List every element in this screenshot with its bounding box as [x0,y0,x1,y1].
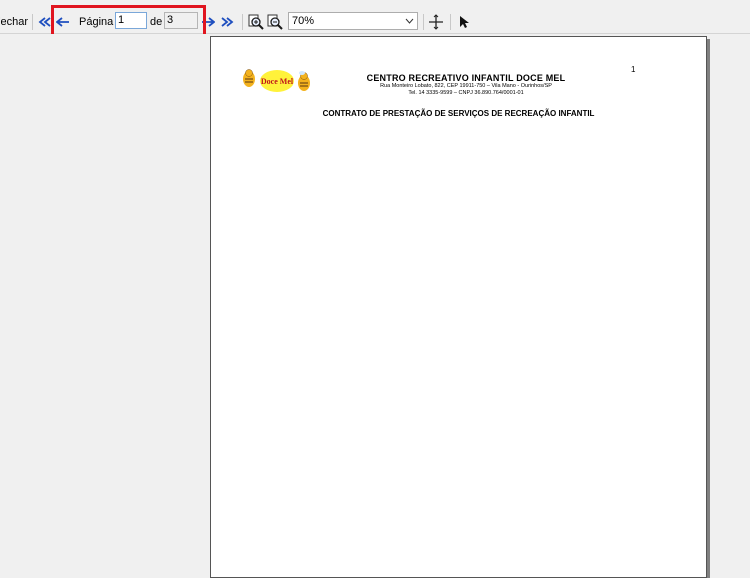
separator [242,14,243,30]
zoom-value: 70% [292,15,315,27]
logo-text: Doce Mel [261,77,294,86]
of-label: de [150,16,163,28]
zoom-in-icon [248,14,264,30]
company-contact: Tel. 14 3335-9599 – CNPJ 36.890.764/0001… [408,90,524,96]
company-address: Rua Monteiro Lobato, 822, CEP 19911-750 … [380,83,552,89]
close-button[interactable]: Fechar [0,11,28,33]
total-pages-field: 3 [164,12,198,29]
document-page: 1 Doce Mel CENTRO RECREATIVO INFANTIL DO… [210,36,707,578]
separator [450,14,451,30]
next-page-button[interactable] [200,14,216,30]
top-strip [0,0,750,11]
prev-page-icon [56,17,69,27]
page-number: 1 [631,65,636,74]
zoom-out-icon [267,14,283,30]
last-page-button[interactable] [219,14,235,30]
pointer-icon [460,16,469,28]
company-name: CENTRO RECREATIVO INFANTIL DOCE MEL [366,73,566,83]
first-page-icon [38,17,51,27]
zoom-out-button[interactable] [267,14,283,30]
zoom-in-button[interactable] [248,14,264,30]
fit-page-button[interactable] [428,14,444,30]
contract-title: CONTRATO DE PRESTAÇÃO DE SERVIÇOS DE REC… [322,109,595,118]
separator [423,14,424,30]
separator [32,14,33,30]
first-page-button[interactable] [37,14,53,30]
fit-page-icon [429,14,443,30]
page-label: Página [79,16,114,28]
page-number-input[interactable]: 1 [115,12,147,29]
close-label: Fechar [0,16,28,28]
zoom-select[interactable]: 70% [288,12,418,30]
preview-viewport: 1 Doce Mel CENTRO RECREATIVO INFANTIL DO… [0,34,750,578]
prev-page-button[interactable] [55,14,71,30]
company-header: CENTRO RECREATIVO INFANTIL DOCE MEL Rua … [361,73,571,97]
next-page-icon [202,17,215,27]
company-logo: Doce Mel [241,67,313,99]
pointer-button[interactable] [456,14,472,30]
chevron-down-icon [403,13,415,29]
last-page-icon [221,17,234,27]
preview-toolbar: Fechar Página 1 de 3 [0,11,750,34]
